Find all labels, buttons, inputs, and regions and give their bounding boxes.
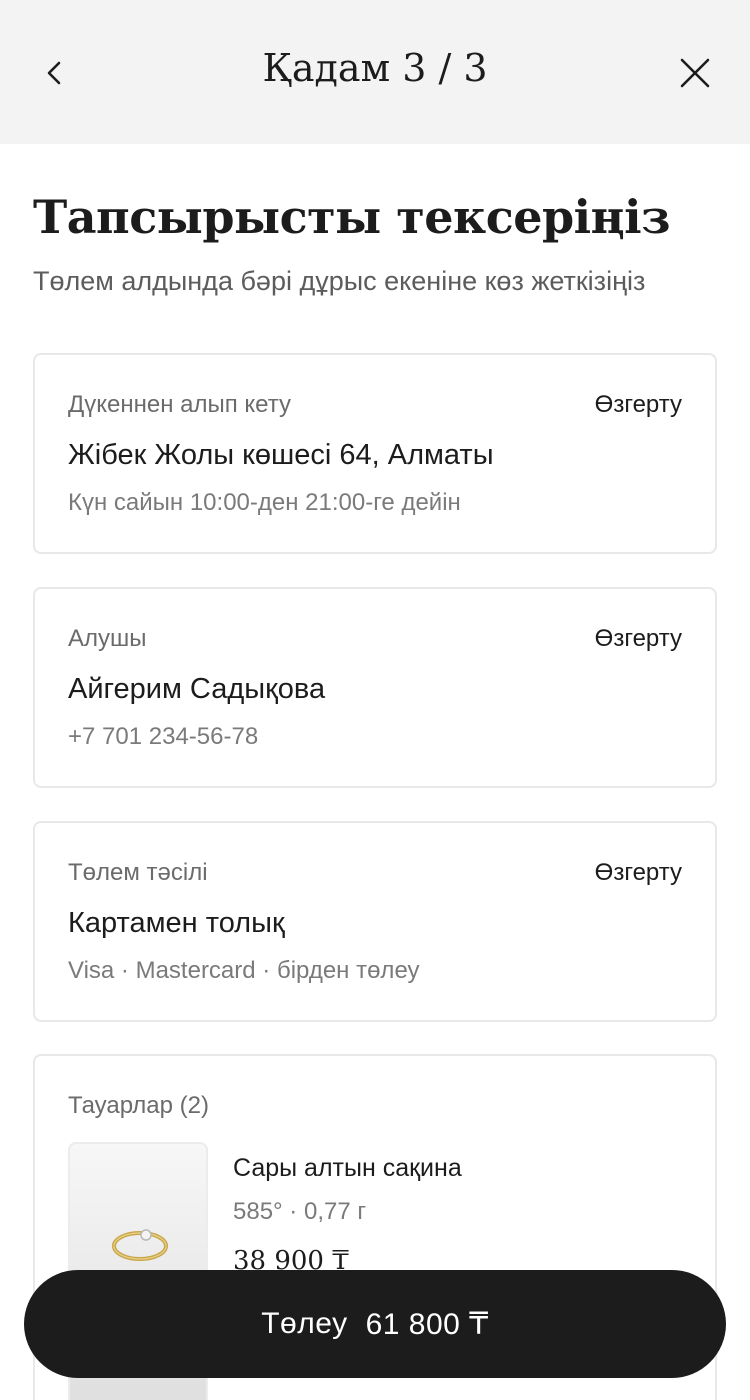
top-bar: Қадам 3 / 3 bbox=[0, 0, 750, 144]
item-spec: 585° · 0,77 г bbox=[233, 1198, 367, 1225]
pay-button[interactable]: Төлеу 61 800 ₸ bbox=[24, 1270, 726, 1378]
recipient-name: Айгерим Садықова bbox=[68, 673, 326, 705]
payment-method: Картамен толық bbox=[68, 907, 285, 939]
change-pickup-button[interactable]: Өзгерту bbox=[595, 391, 682, 419]
pickup-address: Жібек Жолы көшесі 64, Алматы bbox=[68, 439, 494, 471]
change-recipient-button[interactable]: Өзгерту bbox=[595, 625, 682, 653]
recipient-label: Алушы bbox=[68, 625, 147, 652]
close-icon bbox=[680, 58, 710, 88]
step-title: Қадам 3 / 3 bbox=[262, 46, 488, 90]
pickup-card: Дүкеннен алып кету Өзгерту Жібек Жолы кө… bbox=[33, 353, 717, 554]
payment-card: Төлем тәсілі Өзгерту Картамен толық Visa… bbox=[33, 821, 717, 1022]
pay-label: Төлеу bbox=[261, 1307, 348, 1340]
payment-details: Visa · Mastercard · бірден төлеу bbox=[68, 957, 420, 984]
items-label: Тауарлар (2) bbox=[68, 1092, 209, 1119]
recipient-phone: +7 701 234-56-78 bbox=[68, 723, 259, 750]
payment-label: Төлем тәсілі bbox=[68, 859, 208, 886]
pickup-hours: Күн сайын 10:00-ден 21:00-ге дейін bbox=[68, 489, 461, 516]
ring-icon bbox=[112, 1229, 168, 1261]
pickup-label: Дүкеннен алып кету bbox=[68, 391, 291, 418]
recipient-card: Алушы Өзгерту Айгерим Садықова +7 701 23… bbox=[33, 587, 717, 788]
page-subtitle: Төлем алдында бәрі дұрыс екеніне көз жет… bbox=[33, 266, 646, 296]
change-payment-button[interactable]: Өзгерту bbox=[595, 859, 682, 887]
page-title: Тапсырысты тексеріңіз bbox=[33, 190, 670, 244]
pay-total: 61 800 ₸ bbox=[365, 1307, 489, 1341]
close-button[interactable] bbox=[670, 48, 720, 98]
item-name: Сары алтын сақина bbox=[233, 1154, 462, 1182]
